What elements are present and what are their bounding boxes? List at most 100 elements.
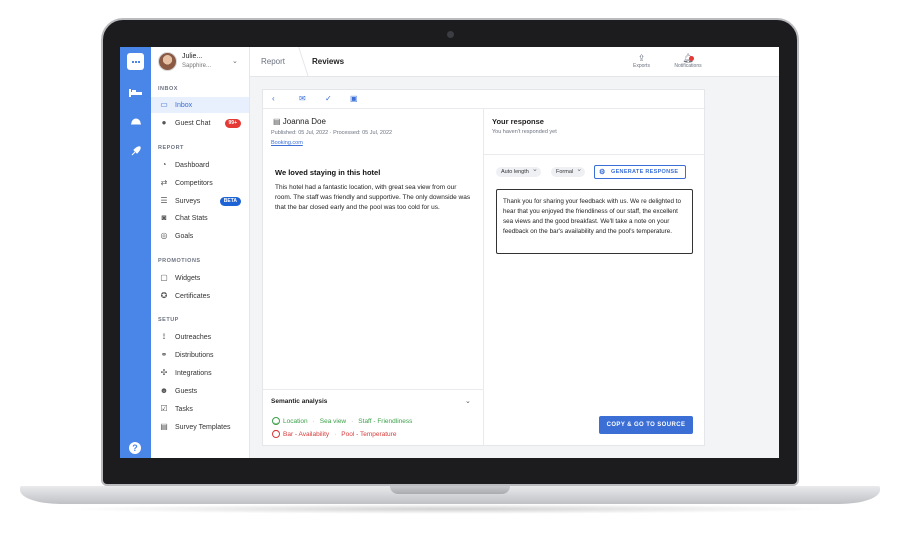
sidebar-item-inbox[interactable]: ▭ Inbox	[151, 97, 249, 113]
sidebar-item-survey-templates[interactable]: ▤ Survey Templates	[151, 419, 249, 435]
chat-stats-icon: ◙	[161, 213, 167, 222]
notification-dot	[689, 56, 694, 61]
sidebar-item-label: Certificates	[175, 292, 211, 300]
robot-icon: ⚙	[599, 169, 606, 176]
frown-icon: ⁀	[272, 430, 280, 438]
response-status: You haven't responded yet	[492, 129, 557, 135]
app-logo-icon[interactable]	[127, 53, 144, 70]
generate-response-button[interactable]: ⚙ GENERATE RESPONSE	[594, 165, 686, 179]
reviewer-row: ▤ Joanna Doe	[273, 117, 326, 126]
section-title-report: REPORT	[158, 145, 184, 151]
laptop-notch	[390, 486, 510, 494]
app-screen: ? Julie... Sapphire... ⌄ INBOX ▭ Inbox ●…	[120, 47, 779, 458]
mail-icon[interactable]: ✉	[299, 94, 306, 103]
divider	[484, 154, 705, 155]
survey-templates-icon: ▤	[160, 422, 168, 431]
widgets-icon: ▢	[160, 273, 168, 282]
webcam	[447, 31, 454, 38]
help-icon[interactable]: ?	[129, 442, 141, 454]
copy-go-to-source-button[interactable]: COPY & GO TO SOURCE	[599, 416, 693, 434]
certificates-icon: ✪	[160, 291, 168, 300]
tone-dropdown[interactable]: Formal	[551, 165, 586, 177]
reviewer-name: Joanna Doe	[282, 117, 326, 126]
section-title-promotions: PROMOTIONS	[158, 258, 201, 264]
sidebar-item-outreaches[interactable]: ⟟ Outreaches	[151, 329, 249, 345]
page-title: Reviews	[312, 57, 345, 66]
review-body: This hotel had a fantastic location, wit…	[275, 184, 471, 211]
sidebar-item-label: Guest Chat	[175, 119, 211, 127]
section-title-inbox: INBOX	[158, 86, 178, 92]
guests-icon: ☻	[159, 386, 169, 395]
response-textarea[interactable]: Thank you for sharing your feedback with…	[496, 189, 693, 254]
response-pane: Your response You haven't responded yet …	[484, 109, 705, 446]
sidebar-item-widgets[interactable]: ▢ Widgets	[151, 270, 249, 286]
topic-tag: Pool - Temperature	[341, 430, 397, 438]
chevron-down-icon[interactable]: ⌄	[465, 397, 471, 405]
laptop-shadow	[60, 504, 840, 514]
export-icon: ⇪	[637, 53, 646, 63]
distributions-icon: ⚭	[160, 350, 168, 359]
sidebar-item-tasks[interactable]: ☑ Tasks	[151, 401, 249, 417]
chevron-down-icon: ⌄	[232, 58, 238, 65]
review-source-link[interactable]: Booking.com	[271, 140, 303, 146]
avatar	[158, 52, 177, 71]
exports-label: Exports	[633, 63, 650, 69]
negative-topics: ⁀ Bar - Availability · Pool - Temperatur…	[272, 430, 396, 438]
review-dates: Published: 05 Jul, 2022 · Processed: 05 …	[271, 130, 393, 136]
goals-icon: ◎	[160, 231, 168, 240]
topbar: Report Reviews ⇪ Exports 🔔︎ Notification…	[250, 47, 779, 77]
contact-card-icon[interactable]: ▣	[350, 94, 358, 103]
sidebar-item-guest-chat[interactable]: ● Guest Chat 99+	[151, 115, 249, 131]
sidebar-item-label: Widgets	[175, 274, 201, 282]
semantic-analysis-title: Semantic analysis	[271, 398, 328, 405]
sidebar-item-surveys[interactable]: ☰ Surveys BETA	[151, 193, 249, 209]
sidebar-item-goals[interactable]: ◎ Goals	[151, 228, 249, 244]
back-arrow-icon[interactable]: ‹	[272, 94, 275, 103]
bed-icon[interactable]	[120, 80, 151, 104]
response-title: Your response	[492, 117, 544, 126]
notifications-button[interactable]: 🔔︎ Notifications	[670, 53, 706, 69]
competitors-icon: ⇄	[160, 178, 168, 187]
check-icon[interactable]: ✓	[325, 94, 332, 103]
outreaches-icon: ⟟	[162, 332, 166, 341]
tasks-icon: ☑	[160, 404, 168, 413]
tag-separator: ·	[351, 417, 354, 425]
sidebar-item-guests[interactable]: ☻ Guests	[151, 383, 249, 399]
inbox-icon: ▭	[160, 100, 168, 109]
length-dropdown[interactable]: Auto length	[496, 165, 541, 177]
integrations-icon: ✣	[160, 368, 168, 377]
sidebar-item-chat-stats[interactable]: ◙ Chat Stats	[151, 210, 249, 226]
id-card-icon: ▤	[273, 117, 281, 126]
sidebar-item-competitors[interactable]: ⇄ Competitors	[151, 175, 249, 191]
sidebar-item-integrations[interactable]: ✣ Integrations	[151, 365, 249, 381]
sidebar-item-label: Surveys	[175, 197, 201, 205]
sidebar-item-distributions[interactable]: ⚭ Distributions	[151, 347, 249, 363]
smile-icon: ‿	[272, 417, 280, 425]
bell-icon: 🔔︎	[682, 53, 694, 63]
app-rail: ?	[120, 47, 151, 458]
section-title-setup: SETUP	[158, 317, 179, 323]
topic-tag: Location	[283, 417, 308, 425]
notifications-label: Notifications	[674, 63, 702, 69]
topic-tag: Staff - Friendliness	[358, 417, 413, 425]
beta-badge: BETA	[219, 196, 241, 206]
sidebar-item-certificates[interactable]: ✪ Certificates	[151, 288, 249, 304]
sidebar-item-label: Chat Stats	[175, 214, 208, 222]
sidebar: Julie... Sapphire... ⌄ INBOX ▭ Inbox ● G…	[151, 47, 250, 458]
sidebar-item-dashboard[interactable]: ◔ Dashboard	[151, 157, 249, 173]
review-card: ‹ ✉ ✓ ▣ ▤ Joanna Doe Published: 05 Jul, …	[262, 89, 706, 446]
user-switcher[interactable]: Julie... Sapphire... ⌄	[158, 52, 243, 74]
dining-icon[interactable]	[120, 109, 151, 133]
dashboard-icon: ◔	[161, 160, 167, 169]
rocket-icon[interactable]	[120, 139, 151, 163]
sidebar-item-label: Inbox	[175, 101, 193, 109]
semantic-analysis-panel[interactable]: Semantic analysis ⌄ ‿ Location · Sea vie…	[263, 389, 484, 446]
exports-button[interactable]: ⇪ Exports	[633, 53, 650, 69]
chat-icon: ●	[161, 118, 167, 127]
breadcrumb-report[interactable]: Report	[261, 57, 285, 66]
user-name: Julie...	[182, 53, 203, 60]
sidebar-item-label: Tasks	[175, 405, 193, 413]
review-title: We loved staying in this hotel	[275, 168, 381, 177]
sidebar-item-label: Distributions	[175, 351, 214, 359]
sidebar-item-label: Survey Templates	[175, 423, 231, 431]
